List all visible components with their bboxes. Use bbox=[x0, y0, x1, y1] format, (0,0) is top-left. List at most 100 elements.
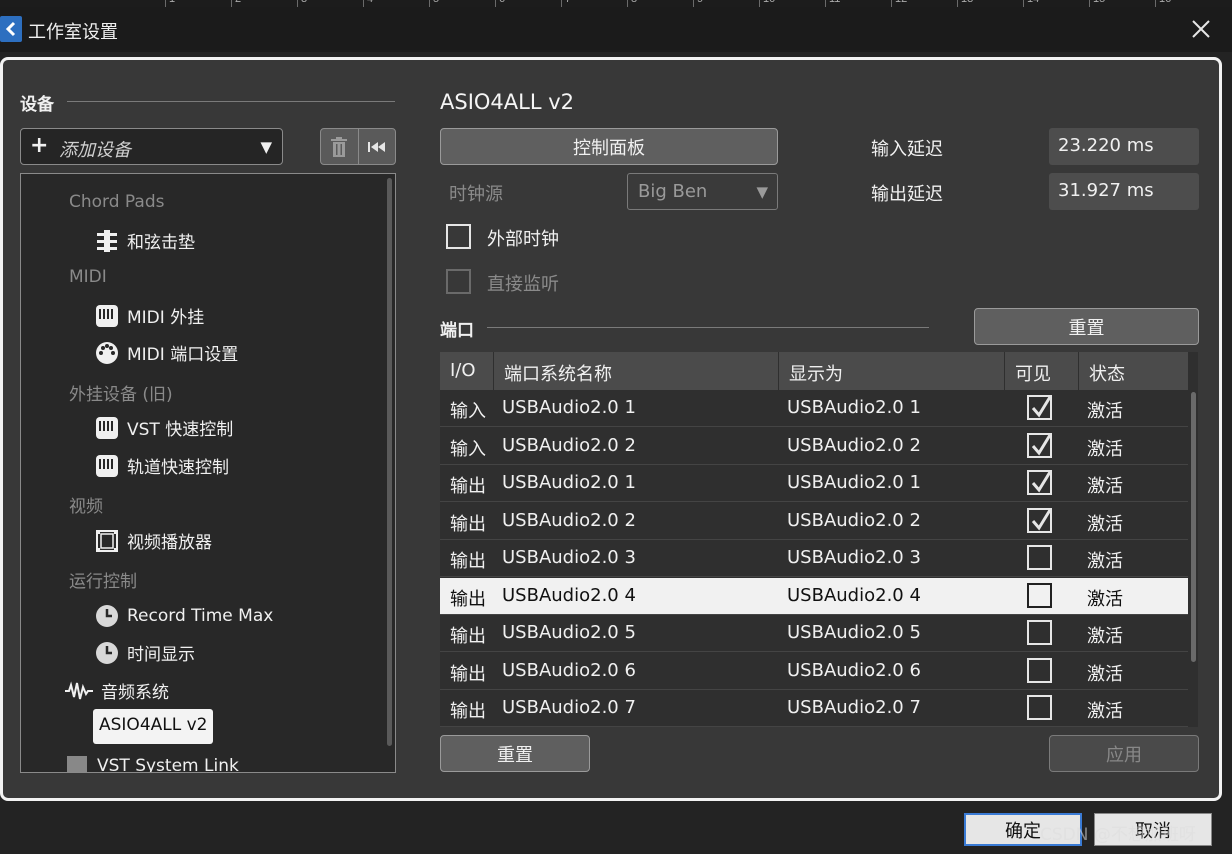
reset-ports-button[interactable]: 重置 bbox=[974, 308, 1199, 345]
table-row[interactable]: 输出 USBAudio2.0 7 USBAudio2.0 7 激活 bbox=[440, 690, 1188, 727]
cell-system-name: USBAudio2.0 1 bbox=[502, 472, 636, 493]
ruler-tick: 13 bbox=[957, 0, 973, 7]
visible-checkbox[interactable] bbox=[1027, 507, 1052, 533]
plus-icon: + bbox=[30, 133, 49, 158]
visible-checkbox[interactable] bbox=[1027, 470, 1052, 495]
devices-section-label: 设备 bbox=[20, 95, 54, 115]
col-header-display-as[interactable]: 显示为 bbox=[778, 352, 1004, 390]
cell-status: 激活 bbox=[1087, 551, 1123, 572]
cell-status: 激活 bbox=[1087, 401, 1123, 422]
cell-display-as[interactable]: USBAudio2.0 5 bbox=[787, 622, 921, 643]
tree-item-video-player[interactable]: 视频播放器 bbox=[95, 528, 212, 553]
table-row[interactable]: 输出 USBAudio2.0 1 USBAudio2.0 1 激活 bbox=[440, 465, 1188, 502]
col-header-visible[interactable]: 可见 bbox=[1004, 352, 1078, 390]
ruler-tick-label: 10 bbox=[763, 0, 775, 5]
table-row[interactable]: 输出 USBAudio2.0 6 USBAudio2.0 6 激活 bbox=[440, 653, 1188, 690]
ruler-tick-label: 4 bbox=[367, 0, 373, 5]
ruler-tick-label: 13 bbox=[961, 0, 973, 5]
cell-io: 输出 bbox=[450, 588, 486, 610]
tree-item-label: 轨道快速控制 bbox=[127, 458, 229, 478]
cell-system-name: USBAudio2.0 5 bbox=[502, 622, 636, 643]
tree-item-record-time-max[interactable]: Record Time Max bbox=[95, 604, 273, 628]
cell-display-as[interactable]: USBAudio2.0 2 bbox=[787, 510, 921, 531]
col-header-io[interactable]: I/O bbox=[440, 352, 493, 390]
cell-display-as[interactable]: USBAudio2.0 1 bbox=[787, 472, 921, 493]
control-panel-button[interactable]: 控制面板 bbox=[440, 128, 778, 165]
direct-monitor-checkbox[interactable] bbox=[446, 269, 471, 294]
ruler-tick: 14 bbox=[1023, 0, 1039, 7]
ruler-tick: 8 bbox=[627, 0, 637, 7]
ruler-tick-label: 11 bbox=[829, 0, 840, 5]
tree-category-chord-pads: Chord Pads bbox=[69, 192, 165, 212]
table-row[interactable]: 输出 USBAudio2.0 4 USBAudio2.0 4 激活 bbox=[440, 577, 1188, 615]
cell-system-name: USBAudio2.0 6 bbox=[502, 659, 636, 681]
cell-display-as[interactable]: USBAudio2.0 4 bbox=[787, 585, 921, 606]
tree-item-label: 音频系统 bbox=[101, 683, 169, 703]
cell-system-name: USBAudio2.0 3 bbox=[502, 547, 636, 568]
table-row[interactable]: 输出 USBAudio2.0 2 USBAudio2.0 2 激活 bbox=[440, 503, 1188, 540]
keyboard-icon bbox=[95, 454, 119, 478]
cell-display-as[interactable]: USBAudio2.0 1 bbox=[787, 397, 921, 418]
visible-checkbox[interactable] bbox=[1027, 582, 1052, 608]
visible-checkbox[interactable] bbox=[1027, 657, 1052, 683]
ruler-tick-label: 1 bbox=[169, 0, 175, 5]
tree-item-asio4all-selected[interactable]: ASIO4ALL v2 bbox=[93, 709, 214, 744]
table-scrollbar[interactable] bbox=[1191, 392, 1196, 662]
close-icon[interactable] bbox=[1188, 16, 1214, 42]
tree-category-video: 视频 bbox=[69, 497, 103, 517]
ruler-tick: 4 bbox=[363, 0, 373, 7]
tree-item-midi-port[interactable]: MIDI 端口设置 bbox=[95, 340, 238, 365]
external-clock-checkbox[interactable] bbox=[446, 224, 471, 249]
ruler-tick-label: 8 bbox=[631, 0, 637, 5]
reset-device-button[interactable] bbox=[357, 129, 395, 164]
cell-io: 输出 bbox=[450, 513, 486, 535]
caret-down-icon: ▼ bbox=[260, 138, 272, 156]
delete-device-button[interactable] bbox=[321, 129, 358, 164]
cell-system-name: USBAudio2.0 1 bbox=[502, 397, 636, 418]
tree-item-midi-plugin[interactable]: MIDI 外挂 bbox=[95, 303, 204, 328]
ruler-tick: 6 bbox=[495, 0, 505, 7]
tree-item-vst-quick-control[interactable]: VST 快速控制 bbox=[95, 415, 233, 440]
cell-display-as[interactable]: USBAudio2.0 6 bbox=[787, 660, 921, 681]
cell-status: 激活 bbox=[1087, 438, 1123, 460]
ruler-tick-label: 6 bbox=[499, 0, 505, 5]
tree-item-label: 时间显示 bbox=[127, 645, 195, 665]
window-title: 工作室设置 bbox=[28, 22, 118, 43]
tree-scrollbar[interactable] bbox=[387, 178, 392, 746]
cell-status: 激活 bbox=[1087, 513, 1123, 535]
table-row[interactable]: 输入 USBAudio2.0 1 USBAudio2.0 1 激活 bbox=[440, 390, 1188, 427]
visible-checkbox[interactable] bbox=[1027, 432, 1052, 458]
cell-display-as[interactable]: USBAudio2.0 3 bbox=[787, 547, 921, 568]
visible-checkbox[interactable] bbox=[1027, 545, 1052, 570]
visible-checkbox[interactable] bbox=[1027, 395, 1052, 420]
table-header: I/O 端口系统名称 显示为 可见 状态 bbox=[440, 352, 1188, 390]
section-divider bbox=[67, 101, 395, 102]
table-row[interactable]: 输入 USBAudio2.0 2 USBAudio2.0 2 激活 bbox=[440, 428, 1188, 465]
add-device-dropdown[interactable]: + 添加设备 ▼ bbox=[20, 128, 283, 165]
apply-button[interactable]: 应用 bbox=[1049, 735, 1199, 772]
reset-bottom-button[interactable]: 重置 bbox=[440, 735, 590, 772]
col-header-system-name[interactable]: 端口系统名称 bbox=[493, 352, 778, 390]
cell-system-name: USBAudio2.0 2 bbox=[502, 509, 636, 531]
visible-checkbox[interactable] bbox=[1027, 695, 1052, 720]
tree-item-track-quick-control[interactable]: 轨道快速控制 bbox=[95, 453, 229, 478]
tree-item-label: VST 快速控制 bbox=[127, 420, 234, 440]
clock-source-select[interactable]: Big Ben ▼ bbox=[627, 173, 778, 210]
cell-display-as[interactable]: USBAudio2.0 7 bbox=[787, 697, 921, 718]
tree-item-audio-system[interactable]: 音频系统 bbox=[65, 678, 169, 703]
tree-item-vst-system-link[interactable]: VST System Link bbox=[65, 754, 239, 773]
cell-status: 激活 bbox=[1087, 588, 1123, 610]
table-row[interactable]: 输出 USBAudio2.0 5 USBAudio2.0 5 激活 bbox=[440, 615, 1188, 652]
col-header-status[interactable]: 状态 bbox=[1078, 352, 1188, 390]
cell-display-as[interactable]: USBAudio2.0 2 bbox=[787, 435, 921, 456]
ruler-tick-label: 16 bbox=[1159, 0, 1171, 5]
output-latency-label: 输出延迟 bbox=[871, 184, 943, 205]
device-tree[interactable]: Chord Pads 和弦击垫 MIDI MIDI 外挂 MIDI 端口设置 外… bbox=[20, 173, 396, 773]
visible-checkbox[interactable] bbox=[1027, 620, 1052, 645]
keyboard-icon bbox=[95, 304, 119, 328]
tree-item-chord-pads[interactable]: 和弦击垫 bbox=[95, 228, 195, 253]
tree-item-label: VST System Link bbox=[97, 756, 239, 773]
tree-category-transport: 运行控制 bbox=[69, 572, 137, 592]
table-row[interactable]: 输出 USBAudio2.0 3 USBAudio2.0 3 激活 bbox=[440, 540, 1188, 577]
tree-item-time-display[interactable]: 时间显示 bbox=[95, 640, 195, 665]
